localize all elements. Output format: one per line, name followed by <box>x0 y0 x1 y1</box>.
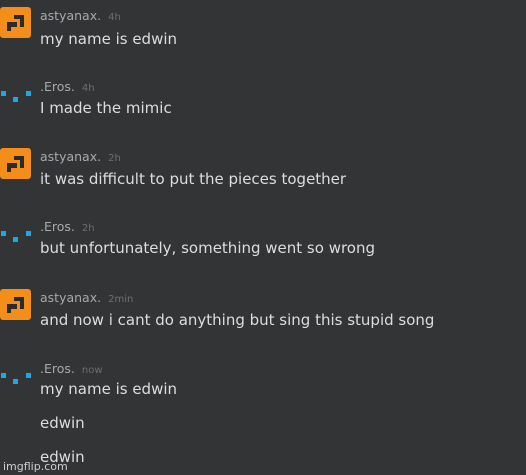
orange-block-icon <box>7 15 24 31</box>
message-text: it was difficult to put the pieces toget… <box>40 170 347 188</box>
message-text: my name is edwin <box>40 30 178 48</box>
author-name[interactable]: .Eros. <box>40 361 75 376</box>
avatar[interactable] <box>0 7 31 38</box>
timestamp: 4h <box>81 83 95 94</box>
message-text: but unfortunately, something went so wro… <box>40 239 376 257</box>
author-name[interactable]: astyanax. <box>40 290 101 305</box>
author-name[interactable]: .Eros. <box>40 219 75 234</box>
avatar[interactable] <box>0 289 31 320</box>
author-name[interactable]: astyanax. <box>40 8 101 23</box>
orange-block-icon <box>7 297 24 313</box>
message-header: .Eros. 2h <box>40 216 95 235</box>
blue-dots-icon <box>1 373 31 384</box>
message-header: astyanax. 2h <box>40 146 121 165</box>
timestamp: 4h <box>108 12 121 23</box>
message-header: astyanax. 2min <box>40 287 133 306</box>
message-text: edwin <box>40 414 85 432</box>
author-name[interactable]: astyanax. <box>40 149 101 164</box>
timestamp: 2h <box>81 223 95 234</box>
orange-block-icon <box>7 156 24 172</box>
message-header: .Eros. now <box>40 358 103 377</box>
avatar[interactable] <box>0 148 31 179</box>
avatar[interactable] <box>0 370 36 384</box>
watermark: imgflip.com <box>3 460 68 473</box>
avatar[interactable] <box>0 228 36 242</box>
message-header: astyanax. 4h <box>40 5 121 24</box>
message-text: my name is edwin <box>40 380 178 398</box>
blue-dots-icon <box>1 231 31 242</box>
avatar[interactable] <box>0 88 36 102</box>
timestamp: now <box>81 365 103 376</box>
author-name[interactable]: .Eros. <box>40 79 75 94</box>
timestamp: 2min <box>108 294 134 305</box>
message-text: I made the mimic <box>40 99 172 117</box>
message-header: .Eros. 4h <box>40 76 95 95</box>
message-text: and now i cant do anything but sing this… <box>40 311 435 329</box>
timestamp: 2h <box>108 153 121 164</box>
blue-dots-icon <box>1 91 31 102</box>
